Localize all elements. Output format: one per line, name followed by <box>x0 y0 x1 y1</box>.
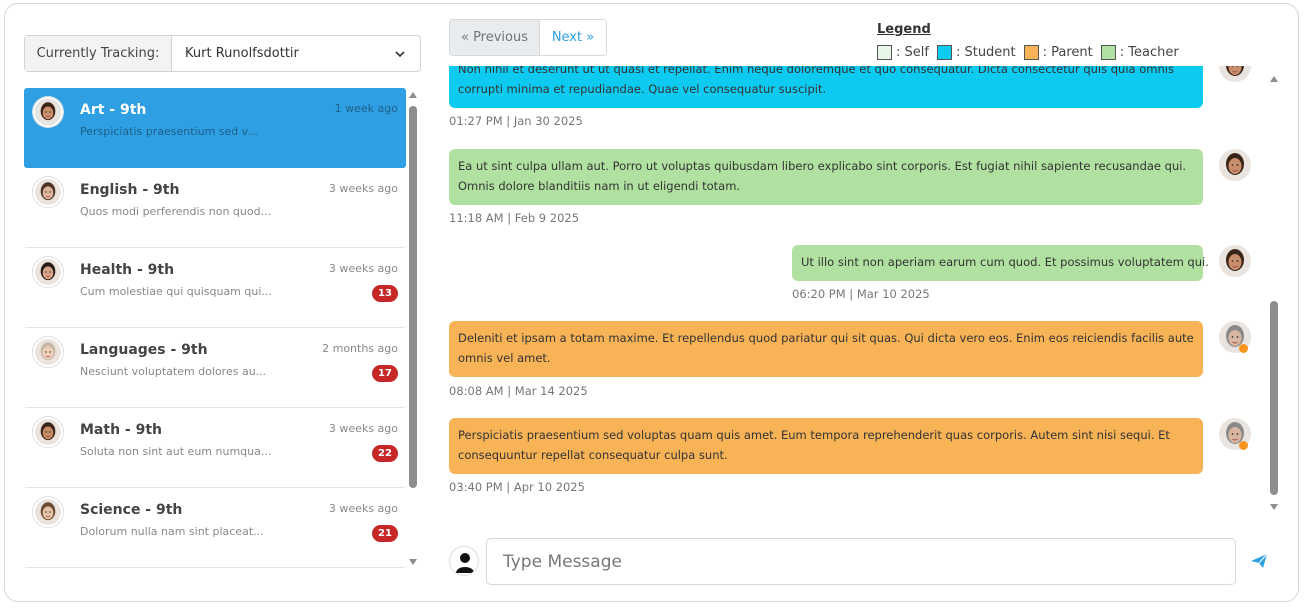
thread-title: Art - 9th <box>80 102 147 118</box>
tracking-selected-name: Kurt Runolfsdottir <box>185 46 299 61</box>
pagination: « Previous Next » <box>449 19 607 56</box>
thread-preview: Perspiciatis praesentium sed v... <box>80 125 258 138</box>
tracking-label: Currently Tracking: <box>25 36 172 71</box>
avatar <box>33 337 63 367</box>
unread-badge: 13 <box>372 285 398 302</box>
thread-preview: Dolorum nulla nam sint placeat... <box>80 525 264 538</box>
sender-avatar <box>1219 245 1251 277</box>
thread-title: Math - 9th <box>80 422 162 438</box>
message-meta: 06:20 PM | Mar 10 2025 <box>792 287 930 301</box>
unread-badge: 17 <box>372 365 398 382</box>
thread-title: Languages - 9th <box>80 342 208 358</box>
thread-preview: Soluta non sint aut eum numqua... <box>80 445 272 458</box>
legend: : Self : Student : Parent : Teacher <box>877 45 1187 60</box>
unread-badge: 22 <box>372 445 398 462</box>
legend-label-teacher: : Teacher <box>1119 45 1179 60</box>
message-text-line: consequuntur repellat consequatur culpa … <box>458 448 728 462</box>
previous-button[interactable]: « Previous <box>450 20 540 55</box>
legend-swatch-self <box>877 45 892 60</box>
thread-time: 3 weeks ago <box>328 182 398 195</box>
avatar <box>33 257 63 287</box>
scrollbar-thumb[interactable] <box>409 106 417 488</box>
thread-preview: Cum molestiae qui quisquam qui... <box>80 285 272 298</box>
scrollbar-thumb[interactable] <box>1270 301 1278 495</box>
legend-swatch-parent <box>1023 45 1039 60</box>
message-list: Non nihil et deserunt ut ut quasi et rep… <box>440 66 1268 506</box>
legend-swatch-student <box>936 45 952 60</box>
thread-preview: Nesciunt voluptatem dolores au... <box>80 365 267 378</box>
thread-time: 3 weeks ago <box>328 262 398 275</box>
thread-item-math[interactable]: Math - 9th Soluta non sint aut eum numqu… <box>24 408 406 488</box>
message-text-line: omnis vel amet. <box>458 351 551 365</box>
message-meta: 01:27 PM | Jan 30 2025 <box>449 114 583 128</box>
message-bubble: Perspiciatis praesentium sed voluptas qu… <box>449 418 1203 474</box>
avatar <box>33 97 63 127</box>
thread-item-languages[interactable]: Languages - 9th Nesciunt voluptatem dolo… <box>24 328 406 408</box>
message-input[interactable] <box>487 539 1235 584</box>
thread-time: 3 weeks ago <box>328 502 398 515</box>
thread-time: 3 weeks ago <box>328 422 398 435</box>
chevron-down-icon <box>395 51 405 58</box>
avatar <box>33 177 63 207</box>
scroll-up-arrow-icon[interactable] <box>409 92 417 98</box>
message-input-wrapper[interactable] <box>486 538 1236 585</box>
unread-badge: 21 <box>372 525 398 542</box>
online-status-icon <box>1239 441 1248 450</box>
thread-title: English - 9th <box>80 182 180 198</box>
message-meta: 08:08 AM | Mar 14 2025 <box>449 384 588 398</box>
message-bubble: Ea ut sint culpa ullam aut. Porro ut vol… <box>449 149 1203 205</box>
message-text-line: corrupti minima et repudiandae. Quae vel… <box>458 82 827 96</box>
message-text-line: Perspiciatis praesentium sed voluptas qu… <box>458 428 1170 442</box>
message-text-line: Ea ut sint culpa ullam aut. Porro ut vol… <box>458 159 1187 173</box>
message-text-line: Ut illo sint non aperiam earum cum quod.… <box>801 255 1209 269</box>
send-icon[interactable] <box>1250 553 1268 569</box>
thread-item-art[interactable]: Art - 9th Perspiciatis praesentium sed v… <box>24 88 406 168</box>
thread-item-health[interactable]: Health - 9th Cum molestiae qui quisquam … <box>24 248 406 328</box>
thread-time: 2 months ago <box>322 342 398 355</box>
legend-label-parent: : Parent <box>1042 45 1093 60</box>
online-status-icon <box>1239 344 1248 353</box>
message-text-line: Omnis dolore blanditiis nam in ut eligen… <box>458 179 741 193</box>
message-text-line: Non nihil et deserunt ut ut quasi et rep… <box>458 66 1174 76</box>
scroll-down-arrow-icon[interactable] <box>1270 504 1278 510</box>
message-text-line: Deleniti et ipsam a totam maxime. Et rep… <box>458 331 1194 345</box>
tracking-select[interactable]: Currently Tracking: Kurt Runolfsdottir <box>24 35 421 72</box>
message-bubble: Non nihil et deserunt ut ut quasi et rep… <box>449 66 1203 108</box>
legend-swatch-teacher <box>1100 45 1116 60</box>
tracking-value[interactable]: Kurt Runolfsdottir <box>172 36 420 71</box>
sender-avatar <box>1219 66 1251 82</box>
avatar <box>33 417 63 447</box>
message-list-scrollbar[interactable] <box>1270 76 1278 512</box>
thread-item-english[interactable]: English - 9th Quos modi perferendis non … <box>24 168 406 248</box>
legend-label-self: : Self <box>896 45 929 60</box>
message-meta: 11:18 AM | Feb 9 2025 <box>449 211 580 225</box>
thread-list-scrollbar[interactable] <box>409 92 417 567</box>
thread-time: 1 week ago <box>334 102 398 115</box>
sender-avatar <box>1219 149 1251 181</box>
thread-title: Science - 9th <box>80 502 183 518</box>
scroll-up-arrow-icon[interactable] <box>1270 76 1278 82</box>
thread-list: Art - 9th Perspiciatis praesentium sed v… <box>24 88 406 568</box>
next-button[interactable]: Next » <box>540 20 606 55</box>
scroll-down-arrow-icon[interactable] <box>409 559 417 565</box>
thread-title: Health - 9th <box>80 262 175 278</box>
thread-item-science[interactable]: Science - 9th Dolorum nulla nam sint pla… <box>24 488 406 568</box>
thread-preview: Quos modi perferendis non quod... <box>80 205 272 218</box>
legend-title: Legend <box>877 22 931 37</box>
avatar <box>33 497 63 527</box>
message-meta: 03:40 PM | Apr 10 2025 <box>449 480 585 494</box>
legend-label-student: : Student <box>955 45 1016 60</box>
user-avatar-icon <box>449 546 479 576</box>
message-bubble: Ut illo sint non aperiam earum cum quod.… <box>792 245 1209 281</box>
message-bubble: Deleniti et ipsam a totam maxime. Et rep… <box>449 321 1203 377</box>
